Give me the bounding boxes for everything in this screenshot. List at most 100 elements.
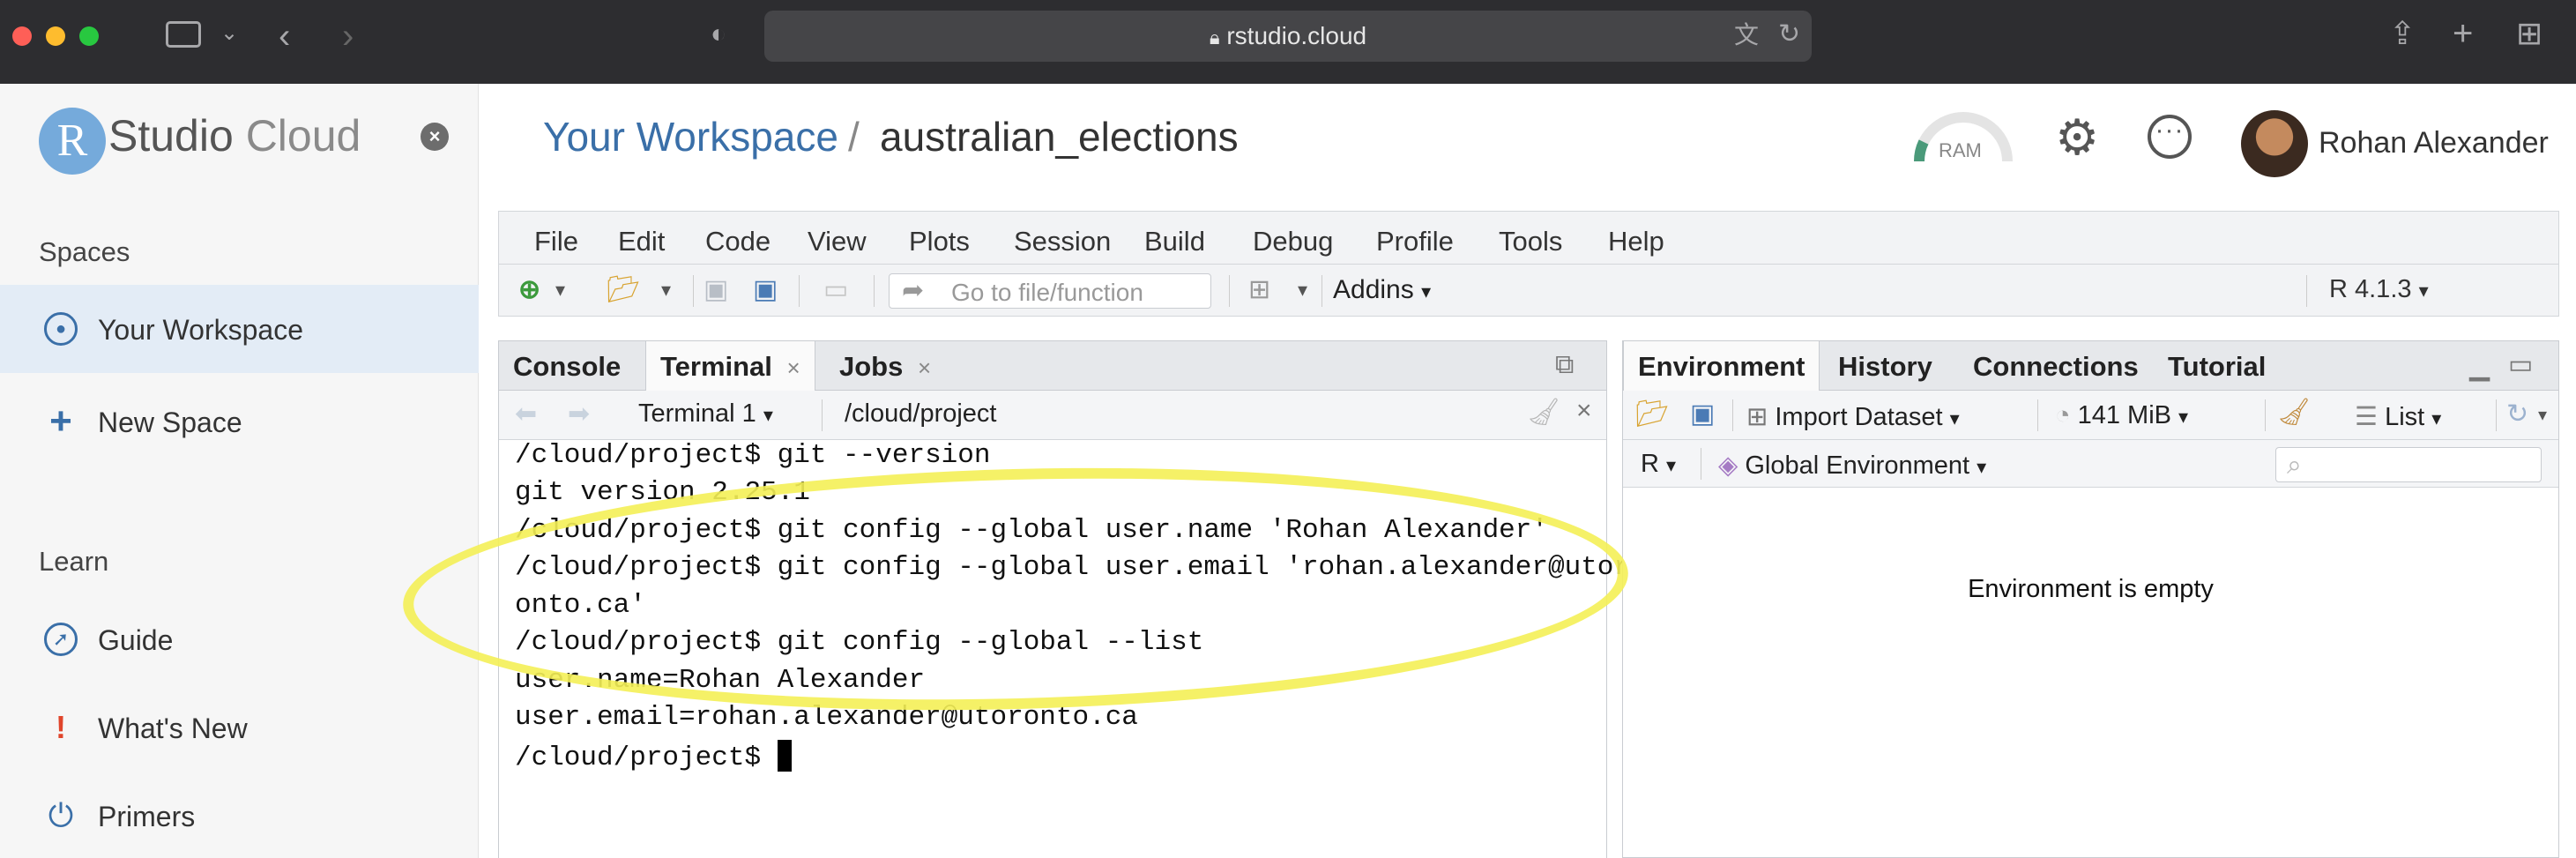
- sidebar-item-whats-new[interactable]: ! What's New: [0, 683, 479, 772]
- addins-menu[interactable]: Addins ▾: [1333, 277, 1431, 303]
- share-icon[interactable]: ⇪: [2389, 18, 2416, 49]
- exclamation-icon: !: [56, 709, 66, 745]
- forward-icon[interactable]: ›: [342, 19, 354, 54]
- open-folder-icon[interactable]: 📂︎: [607, 277, 640, 303]
- chevron-down-icon: ▾: [2418, 280, 2429, 302]
- menu-profile[interactable]: Profile: [1376, 226, 1454, 257]
- project-title: australian_elections: [880, 114, 1239, 160]
- terminal-output[interactable]: /cloud/project$ git --version git versio…: [499, 440, 1630, 858]
- tab-environment[interactable]: Environment: [1623, 341, 1820, 391]
- save-all-icon[interactable]: ▣: [753, 277, 778, 303]
- sidebar-item-guide[interactable]: ➚ Guide: [0, 595, 479, 683]
- tab-tutorial[interactable]: Tutorial: [2154, 341, 2280, 391]
- menu-code[interactable]: Code: [705, 226, 771, 257]
- logo-studio-text: Studio: [108, 111, 234, 160]
- console-tabstrip: Console Terminal × Jobs × ⧉: [499, 341, 1606, 391]
- translate-icon[interactable]: 文: [1734, 23, 1759, 48]
- shield-icon[interactable]: ◐: [711, 21, 726, 48]
- menu-debug[interactable]: Debug: [1253, 226, 1333, 257]
- user-name[interactable]: Rohan Alexander: [2319, 126, 2549, 160]
- sidebar-item-your-workspace[interactable]: ● Your Workspace: [0, 285, 479, 373]
- more-options-icon[interactable]: ···: [2148, 115, 2192, 159]
- tab-label: Jobs: [839, 351, 904, 382]
- chevron-down-icon[interactable]: ▾: [555, 280, 565, 300]
- environment-search-input[interactable]: ⌕: [2275, 447, 2542, 482]
- tab-jobs[interactable]: Jobs ×: [825, 341, 945, 391]
- logo-cloud-text: Cloud: [245, 111, 361, 160]
- terminal-selector[interactable]: Terminal 1 ▾: [638, 401, 773, 427]
- reload-icon[interactable]: ↻: [1778, 21, 1800, 48]
- save-workspace-icon[interactable]: ▣: [1690, 401, 1715, 428]
- list-view-menu[interactable]: ☰ List ▾: [2355, 401, 2441, 432]
- broom-icon[interactable]: 🧹︎: [1527, 399, 1560, 426]
- tab-terminal[interactable]: Terminal ×: [645, 341, 815, 391]
- terminal-line: onto.ca': [515, 590, 646, 621]
- power-icon: ⏻: [48, 797, 74, 833]
- next-terminal-icon[interactable]: ➡: [568, 401, 590, 428]
- save-icon[interactable]: ▣: [704, 277, 728, 303]
- r-version-menu[interactable]: R 4.1.3 ▾: [2329, 277, 2429, 302]
- workspace-panes-icon[interactable]: ⊞: [1248, 277, 1270, 303]
- sidebar-toggle-icon[interactable]: [166, 21, 201, 48]
- ram-label: RAM: [1939, 139, 1982, 161]
- menu-file[interactable]: File: [534, 226, 578, 257]
- terminal-cursor: [777, 740, 792, 772]
- gear-icon[interactable]: ⚙: [2055, 113, 2099, 162]
- maximize-pane-icon[interactable]: ⧉: [1555, 352, 1574, 378]
- avatar[interactable]: [2241, 110, 2308, 177]
- menu-edit[interactable]: Edit: [618, 226, 665, 257]
- environment-scope-bar: R ▾ ◈ Global Environment ▾ ⌕: [1623, 440, 2558, 488]
- chevron-down-icon[interactable]: ▾: [661, 280, 671, 300]
- minimize-pane-icon[interactable]: ▁: [2469, 354, 2490, 380]
- broom-icon[interactable]: 🧹︎: [2277, 399, 2311, 426]
- chevron-down-icon[interactable]: ▾: [2538, 407, 2547, 424]
- chevron-down-icon: ▾: [2178, 406, 2189, 428]
- spaces-heading: Spaces: [39, 236, 130, 267]
- terminal-prompt-line[interactable]: /cloud/project$: [515, 740, 792, 773]
- refresh-icon[interactable]: ↻: [2506, 401, 2528, 428]
- minimize-window-button[interactable]: [46, 26, 65, 46]
- menu-help[interactable]: Help: [1608, 226, 1664, 257]
- back-icon[interactable]: ‹: [279, 19, 290, 54]
- browser-toolbar: ⌄ ‹ › ◐ 🔒︎ rstudio.cloud 文 ↻ ⇪ + ⊞: [0, 0, 2576, 84]
- rstudio-cloud-logo[interactable]: Studio Cloud: [108, 110, 361, 161]
- address-bar[interactable]: 🔒︎ rstudio.cloud 文 ↻: [764, 11, 1812, 62]
- menu-session[interactable]: Session: [1014, 226, 1111, 257]
- language-selector[interactable]: R ▾: [1641, 450, 1676, 479]
- chevron-down-icon: ▾: [1666, 454, 1677, 476]
- sidebar-item-label: Primers: [98, 801, 196, 832]
- close-window-button[interactable]: [12, 26, 32, 46]
- load-workspace-icon[interactable]: 📂︎: [1635, 401, 1669, 428]
- breadcrumb-workspace-link[interactable]: Your Workspace: [543, 113, 838, 160]
- sidebar-item-new-space[interactable]: + New Space: [0, 377, 479, 466]
- tab-history[interactable]: History: [1824, 341, 1947, 391]
- r-version-label: R 4.1.3: [2329, 275, 2412, 303]
- close-tab-icon[interactable]: ×: [918, 354, 931, 381]
- tab-overview-icon[interactable]: ⊞: [2516, 18, 2542, 49]
- rstudio-logo-icon[interactable]: R: [39, 108, 106, 175]
- tab-connections[interactable]: Connections: [1959, 341, 2153, 391]
- memory-usage-menu[interactable]: ◔ 141 MiB ▾: [2055, 401, 2188, 430]
- close-sidebar-button[interactable]: ×: [421, 123, 449, 151]
- print-icon[interactable]: ▭: [823, 277, 848, 303]
- new-tab-icon[interactable]: +: [2453, 16, 2473, 51]
- chevron-down-icon[interactable]: ⌄: [220, 23, 238, 44]
- maximize-window-button[interactable]: [79, 26, 99, 46]
- previous-terminal-icon[interactable]: ⬅: [515, 401, 537, 428]
- close-tab-icon[interactable]: ×: [787, 354, 800, 381]
- close-terminal-icon[interactable]: ×: [1576, 398, 1592, 424]
- menu-tools[interactable]: Tools: [1499, 226, 1562, 257]
- terminal-line: /cloud/project$ git config --global user…: [515, 515, 1548, 546]
- new-file-icon[interactable]: ⊕: [518, 277, 540, 303]
- chevron-down-icon[interactable]: ▾: [1298, 280, 1307, 300]
- menu-view[interactable]: View: [808, 226, 867, 257]
- goto-file-function-input[interactable]: ➦ Go to file/function: [889, 273, 1211, 309]
- maximize-pane-icon[interactable]: ▭: [2508, 352, 2533, 378]
- environment-selector[interactable]: ◈ Global Environment ▾: [1718, 450, 1986, 481]
- chevron-down-icon: ▾: [1421, 280, 1432, 302]
- sidebar-item-primers[interactable]: ⏻ Primers: [0, 772, 479, 858]
- tab-console[interactable]: Console: [499, 341, 635, 391]
- import-dataset-menu[interactable]: ⊞ Import Dataset ▾: [1746, 401, 1960, 432]
- menu-build[interactable]: Build: [1144, 226, 1205, 257]
- menu-plots[interactable]: Plots: [909, 226, 970, 257]
